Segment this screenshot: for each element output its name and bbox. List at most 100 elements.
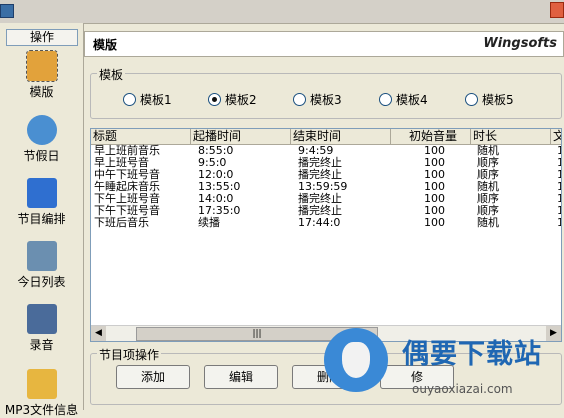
- radio-dot[interactable]: [208, 93, 221, 106]
- panel-header: 操作: [6, 29, 78, 46]
- cell: 13:55:0: [198, 180, 241, 193]
- radio-template-5[interactable]: 模板5: [465, 91, 514, 108]
- cell: 12:0:0: [198, 168, 234, 181]
- nav-item-record[interactable]: 录音: [0, 304, 83, 353]
- nav-item-mp3-info[interactable]: MP3文件信息: [0, 369, 83, 418]
- radio-template-4[interactable]: 模板4: [379, 91, 428, 108]
- nav-label: 模版: [29, 85, 54, 99]
- cell: 顺序: [477, 192, 499, 205]
- cell: 9:5:0: [198, 156, 227, 169]
- nav-item-holiday[interactable]: 节假日: [0, 115, 83, 164]
- cell: 17:35:0: [198, 204, 241, 217]
- edit-button[interactable]: 编辑: [204, 365, 278, 389]
- cell: 下班后音乐: [94, 216, 149, 229]
- nav-item-today-list[interactable]: 今日列表: [0, 241, 83, 290]
- window-title-bar: [0, 0, 564, 24]
- cell: 播完终止: [298, 168, 342, 181]
- cell: 100: [424, 168, 445, 181]
- group-legend: 节目项操作: [97, 346, 162, 363]
- radio-label: 模板5: [482, 93, 514, 107]
- cell: 播完终止: [298, 156, 342, 169]
- cell: 1: [557, 205, 561, 216]
- column-header[interactable]: 起播时间: [191, 129, 291, 144]
- cell: 14:0:0: [198, 192, 234, 205]
- cell: 100: [424, 144, 445, 157]
- cell: 8:55:0: [198, 144, 234, 157]
- column-header[interactable]: 文: [551, 129, 561, 144]
- cell: 午睡起床音乐: [94, 180, 160, 193]
- table-row[interactable]: 中午下班号音 12:0:0 播完终止 100 顺序 1: [91, 169, 561, 180]
- radio-template-3[interactable]: 模板3: [293, 91, 342, 108]
- nav-item-program-schedule[interactable]: 节目编排: [0, 178, 83, 227]
- column-header[interactable]: 标题: [91, 129, 191, 144]
- cell: 100: [424, 180, 445, 193]
- cell: 100: [424, 156, 445, 169]
- column-header[interactable]: 结束时间: [291, 129, 391, 144]
- cell: 13:59:59: [298, 180, 348, 193]
- table-row[interactable]: 下午下班号音 17:35:0 播完终止 100 顺序 1: [91, 205, 561, 216]
- column-header[interactable]: 时长: [471, 129, 551, 144]
- cell: 100: [424, 204, 445, 217]
- cell: 100: [424, 192, 445, 205]
- nav-item-template[interactable]: 模版: [0, 50, 83, 100]
- cell: 1: [557, 193, 561, 204]
- edit-icon: [26, 178, 57, 208]
- cell: 1: [557, 181, 561, 192]
- music-note-icon: [26, 304, 57, 334]
- add-button[interactable]: 添加: [116, 365, 190, 389]
- cell: 随机: [477, 216, 499, 229]
- search-list-icon: [26, 241, 57, 271]
- template-icon: [25, 50, 58, 82]
- radio-template-1[interactable]: 模板1: [123, 91, 172, 108]
- scroll-left-icon[interactable]: ◀: [91, 326, 106, 341]
- column-header[interactable]: 初始音量: [391, 129, 471, 144]
- radio-dot[interactable]: [293, 93, 306, 106]
- cell: 1: [557, 169, 561, 180]
- clock-icon: [26, 115, 57, 145]
- radio-dot[interactable]: [379, 93, 392, 106]
- left-operation-panel: 操作 模版 节假日 节目编排 今日列表 录音 MP3文件信息: [0, 23, 84, 417]
- scroll-right-icon[interactable]: ▶: [546, 326, 561, 341]
- nav-label: 录音: [29, 338, 54, 352]
- folder-icon: [26, 369, 57, 399]
- table-header: 标题 起播时间 结束时间 初始音量 时长 文: [91, 129, 561, 145]
- cell: 中午下班号音: [94, 168, 160, 181]
- table-row[interactable]: 早上班号音 9:5:0 播完终止 100 顺序 1: [91, 157, 561, 168]
- modify-button[interactable]: 修: [380, 365, 454, 389]
- cell: 顺序: [477, 156, 499, 169]
- horizontal-scrollbar[interactable]: ◀ ||| ▶: [91, 325, 561, 341]
- template-group: 模板 模板1 模板2 模板3 模板4 模板5: [90, 66, 562, 119]
- cell: 1: [557, 217, 561, 228]
- radio-label: 模板2: [225, 93, 257, 107]
- table-row[interactable]: 午睡起床音乐 13:55:0 13:59:59 100 随机 1: [91, 181, 561, 192]
- main-area: 模版 Wingsofts 模板 模板1 模板2 模板3 模板4 模板5 标题 起…: [84, 23, 564, 410]
- nav-label: 节目编排: [17, 212, 66, 226]
- cell: 顺序: [477, 204, 499, 217]
- cell: 17:44:0: [298, 216, 341, 229]
- radio-dot[interactable]: [123, 93, 136, 106]
- delete-button[interactable]: 删除: [292, 365, 366, 389]
- nav-label: 今日列表: [17, 275, 66, 289]
- radio-template-2[interactable]: 模板2: [208, 91, 257, 108]
- cell: 早上班前音乐: [94, 144, 160, 157]
- table-row[interactable]: 下午上班号音 14:0:0 播完终止 100 顺序 1: [91, 193, 561, 204]
- radio-label: 模板4: [396, 93, 428, 107]
- cell: 随机: [477, 144, 499, 157]
- app-icon[interactable]: [0, 4, 14, 18]
- radio-label: 模板1: [140, 93, 172, 107]
- scroll-thumb[interactable]: |||: [136, 327, 378, 341]
- cell: 下午上班号音: [94, 192, 160, 205]
- cell: 顺序: [477, 168, 499, 181]
- cell: 播完终止: [298, 204, 342, 217]
- close-icon[interactable]: [550, 2, 564, 18]
- cell: 100: [424, 216, 445, 229]
- cell: 续播: [198, 216, 220, 229]
- table-row[interactable]: 早上班前音乐 8:55:0 9:4:59 100 随机 1: [91, 145, 561, 156]
- cell: 随机: [477, 180, 499, 193]
- group-legend: 模板: [97, 66, 126, 83]
- radio-dot[interactable]: [465, 93, 478, 106]
- table-row[interactable]: 下班后音乐 续播 17:44:0 100 随机 1: [91, 217, 561, 228]
- cell: 播完终止: [298, 192, 342, 205]
- page-title: 模版: [93, 38, 118, 52]
- radio-label: 模板3: [310, 93, 342, 107]
